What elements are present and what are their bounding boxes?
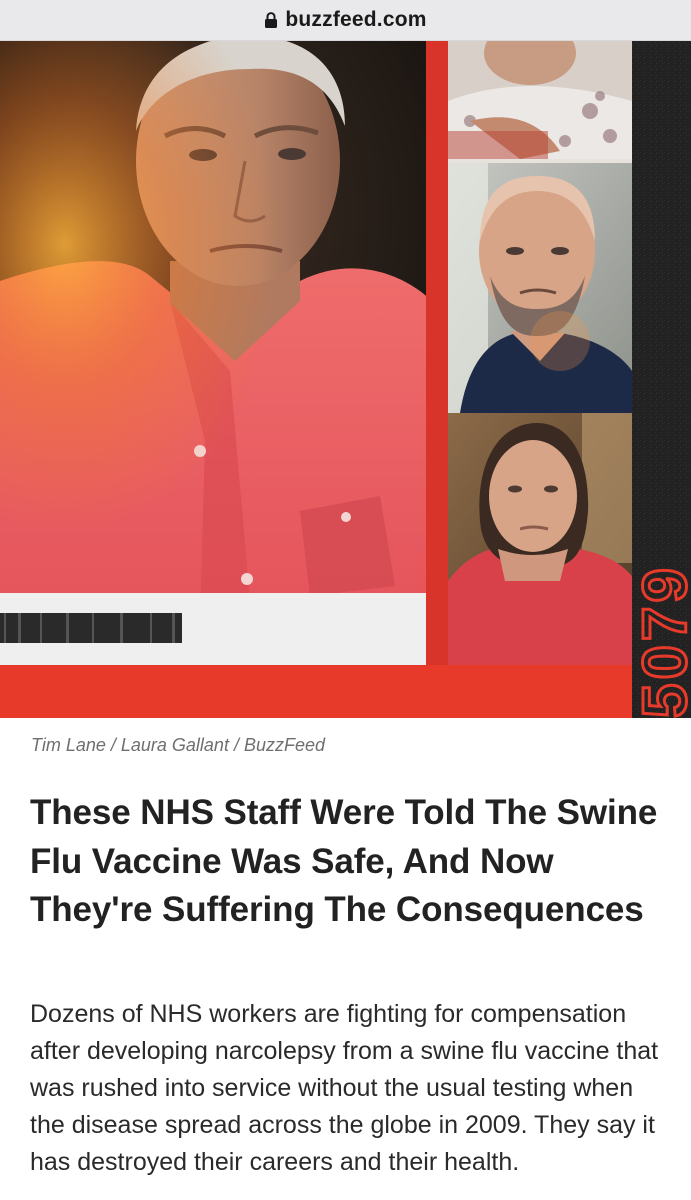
hero-stamp-text: 5079 xyxy=(631,564,691,718)
article-summary: Dozens of NHS workers are fighting for c… xyxy=(30,1000,659,1176)
article-headline: These NHS Staff Were Told The Swine Flu … xyxy=(30,793,658,929)
address-bar[interactable]: buzzfeed.com xyxy=(0,0,691,41)
url-domain: buzzfeed.com xyxy=(285,8,427,31)
photo-credit: Tim Lane / Laura Gallant / BuzzFeed xyxy=(31,735,325,755)
hero-image[interactable]: 5079 xyxy=(0,41,691,718)
lock-icon xyxy=(265,12,278,28)
